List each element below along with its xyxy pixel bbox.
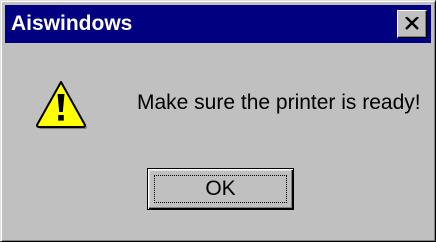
window-title: Aiswindows bbox=[11, 12, 133, 35]
dialog-message: Make sure the printer is ready! bbox=[137, 91, 421, 114]
title-bar[interactable]: Aiswindows bbox=[5, 5, 431, 43]
ok-button[interactable]: OK bbox=[147, 168, 294, 210]
alert-dialog-window: Aiswindows Make sure the printer is read… bbox=[0, 0, 436, 242]
warning-icon bbox=[36, 81, 87, 129]
close-button[interactable] bbox=[397, 10, 427, 38]
ok-button-label: OK bbox=[205, 177, 236, 200]
close-icon bbox=[405, 17, 419, 30]
